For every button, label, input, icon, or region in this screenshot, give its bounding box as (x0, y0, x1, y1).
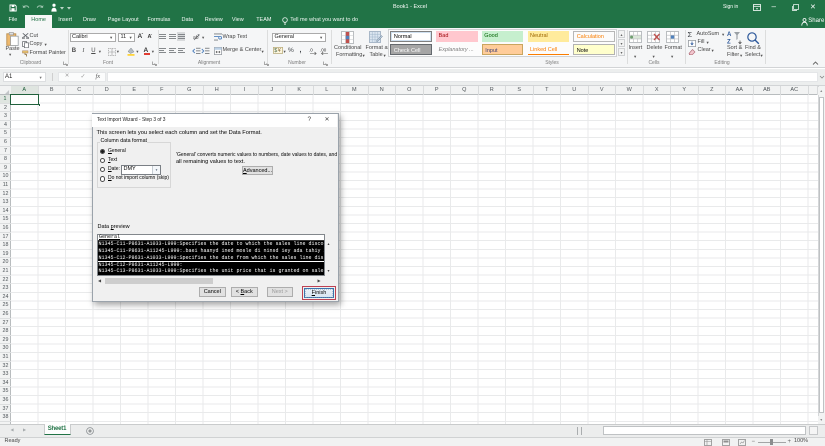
svg-text:ab: ab (193, 35, 199, 41)
svg-text:Z: Z (727, 40, 731, 46)
svg-text:A: A (727, 32, 732, 38)
svg-text:$: $ (274, 48, 277, 54)
svg-text:.00: .00 (320, 48, 327, 53)
svg-text:.0: .0 (309, 48, 313, 53)
